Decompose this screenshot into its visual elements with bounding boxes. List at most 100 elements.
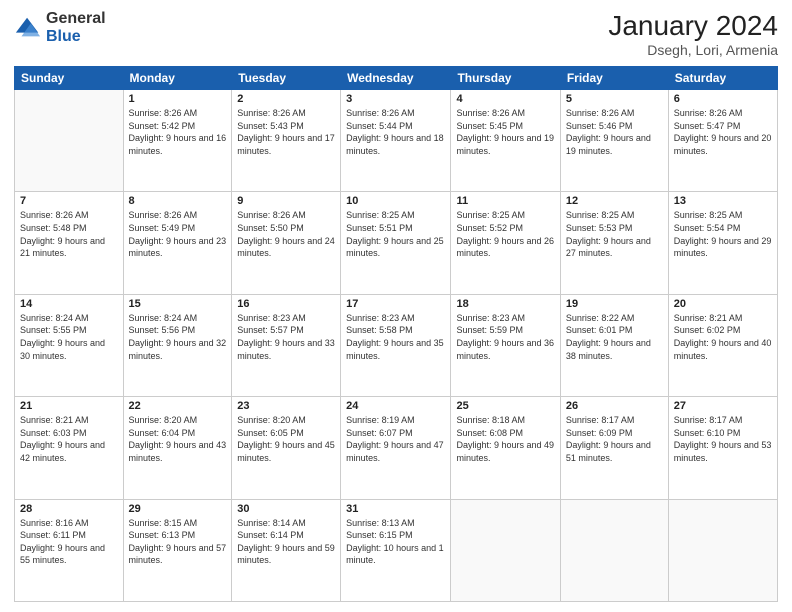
table-row: 30 Sunrise: 8:14 AMSunset: 6:14 PMDayligh… [232,499,341,601]
day-number: 3 [346,93,445,105]
day-info: Sunrise: 8:26 AMSunset: 5:46 PMDaylight:… [566,107,663,157]
logo-icon [14,14,42,42]
day-info: Sunrise: 8:14 AMSunset: 6:14 PMDaylight:… [237,517,335,567]
day-number: 12 [566,195,663,207]
day-info: Sunrise: 8:24 AMSunset: 5:55 PMDaylight:… [20,312,118,362]
table-row: 1Sunrise: 8:26 AMSunset: 5:42 PMDaylight… [123,90,232,192]
table-row: 12Sunrise: 8:25 AMSunset: 5:53 PMDayligh… [560,192,668,294]
day-number: 24 [346,400,445,412]
header-wednesday: Wednesday [341,67,451,90]
logo-text: General Blue [46,10,106,45]
day-number: 25 [456,400,554,412]
day-number: 16 [237,298,335,310]
table-row: 22 Sunrise: 8:20 AMSunset: 6:04 PMDayligh… [123,397,232,499]
table-row [15,90,124,192]
table-row: 24 Sunrise: 8:19 AMSunset: 6:07 PMDayligh… [341,397,451,499]
table-row: 3 Sunrise: 8:26 AMSunset: 5:44 PMDaylight… [341,90,451,192]
day-number: 19 [566,298,663,310]
table-row: 21 Sunrise: 8:21 AMSunset: 6:03 PMDayligh… [15,397,124,499]
table-row [560,499,668,601]
day-info: Sunrise: 8:20 AMSunset: 6:05 PMDaylight:… [237,414,335,464]
day-number: 21 [20,400,118,412]
day-number: 28 [20,503,118,515]
logo-blue-text: Blue [46,28,106,46]
title-block: January 2024 Dsegh, Lori, Armenia [608,10,778,58]
table-row: 18 Sunrise: 8:23 AMSunset: 5:59 PMDayligh… [451,294,560,396]
table-row: 23 Sunrise: 8:20 AMSunset: 6:05 PMDayligh… [232,397,341,499]
day-info: Sunrise: 8:26 AMSunset: 5:44 PMDaylight:… [346,107,445,157]
header-sunday: Sunday [15,67,124,90]
day-number: 2 [237,93,335,105]
table-row: 26Sunrise: 8:17 AMSunset: 6:09 PMDayligh… [560,397,668,499]
table-row: 29 Sunrise: 8:15 AMSunset: 6:13 PMDayligh… [123,499,232,601]
day-number: 10 [346,195,445,207]
day-number: 17 [346,298,445,310]
table-row: 14Sunrise: 8:24 AMSunset: 5:55 PMDayligh… [15,294,124,396]
day-info: Sunrise: 8:26 AMSunset: 5:47 PMDaylight:… [674,107,772,157]
logo: General Blue [14,10,106,45]
header-saturday: Saturday [668,67,777,90]
day-info: Sunrise: 8:26 AMSunset: 5:50 PMDaylight:… [237,209,335,259]
day-number: 31 [346,503,445,515]
day-number: 26 [566,400,663,412]
day-info: Sunrise: 8:26 AMSunset: 5:43 PMDaylight:… [237,107,335,157]
header: General Blue January 2024 Dsegh, Lori, A… [14,10,778,58]
day-info: Sunrise: 8:21 AMSunset: 6:03 PMDaylight:… [20,414,118,464]
day-info: Sunrise: 8:18 AMSunset: 6:08 PMDaylight:… [456,414,554,464]
day-number: 18 [456,298,554,310]
calendar-week-4: 21 Sunrise: 8:21 AMSunset: 6:03 PMDayligh… [15,397,778,499]
calendar-week-2: 7Sunrise: 8:26 AMSunset: 5:48 PMDaylight… [15,192,778,294]
day-info: Sunrise: 8:17 AMSunset: 6:10 PMDaylight:… [674,414,772,464]
day-info: Sunrise: 8:22 AMSunset: 6:01 PMDaylight:… [566,312,663,362]
day-info: Sunrise: 8:21 AMSunset: 6:02 PMDaylight:… [674,312,772,362]
day-number: 22 [129,400,227,412]
day-number: 13 [674,195,772,207]
day-info: Sunrise: 8:23 AMSunset: 5:59 PMDaylight:… [456,312,554,362]
day-info: Sunrise: 8:23 AMSunset: 5:58 PMDaylight:… [346,312,445,362]
table-row: 16 Sunrise: 8:23 AMSunset: 5:57 PMDayligh… [232,294,341,396]
calendar-week-1: 1Sunrise: 8:26 AMSunset: 5:42 PMDaylight… [15,90,778,192]
table-row: 17 Sunrise: 8:23 AMSunset: 5:58 PMDayligh… [341,294,451,396]
day-info: Sunrise: 8:16 AMSunset: 6:11 PMDaylight:… [20,517,118,567]
day-info: Sunrise: 8:24 AMSunset: 5:56 PMDaylight:… [129,312,227,362]
header-friday: Friday [560,67,668,90]
day-info: Sunrise: 8:15 AMSunset: 6:13 PMDaylight:… [129,517,227,567]
table-row: 10 Sunrise: 8:25 AMSunset: 5:51 PMDayligh… [341,192,451,294]
day-info: Sunrise: 8:20 AMSunset: 6:04 PMDaylight:… [129,414,227,464]
day-number: 4 [456,93,554,105]
calendar-table: Sunday Monday Tuesday Wednesday Thursday… [14,66,778,602]
day-number: 23 [237,400,335,412]
day-info: Sunrise: 8:26 AMSunset: 5:45 PMDaylight:… [456,107,554,157]
day-number: 6 [674,93,772,105]
day-number: 11 [456,195,554,207]
table-row: 31 Sunrise: 8:13 AMSunset: 6:15 PMDayligh… [341,499,451,601]
day-info: Sunrise: 8:19 AMSunset: 6:07 PMDaylight:… [346,414,445,464]
day-number: 27 [674,400,772,412]
day-info: Sunrise: 8:25 AMSunset: 5:51 PMDaylight:… [346,209,445,259]
day-number: 29 [129,503,227,515]
table-row: 28 Sunrise: 8:16 AMSunset: 6:11 PMDayligh… [15,499,124,601]
day-number: 30 [237,503,335,515]
day-number: 15 [129,298,227,310]
day-info: Sunrise: 8:26 AMSunset: 5:49 PMDaylight:… [129,209,227,259]
day-number: 7 [20,195,118,207]
header-monday: Monday [123,67,232,90]
logo-general-text: General [46,10,106,28]
calendar-week-5: 28 Sunrise: 8:16 AMSunset: 6:11 PMDayligh… [15,499,778,601]
table-row: 11Sunrise: 8:25 AMSunset: 5:52 PMDayligh… [451,192,560,294]
calendar-subtitle: Dsegh, Lori, Armenia [608,42,778,58]
day-number: 1 [129,93,227,105]
table-row: 4 Sunrise: 8:26 AMSunset: 5:45 PMDaylight… [451,90,560,192]
table-row: 13 Sunrise: 8:25 AMSunset: 5:54 PMDayligh… [668,192,777,294]
table-row: 9 Sunrise: 8:26 AMSunset: 5:50 PMDaylight… [232,192,341,294]
day-info: Sunrise: 8:13 AMSunset: 6:15 PMDaylight:… [346,517,445,567]
day-number: 9 [237,195,335,207]
day-info: Sunrise: 8:23 AMSunset: 5:57 PMDaylight:… [237,312,335,362]
table-row: 5 Sunrise: 8:26 AMSunset: 5:46 PMDaylight… [560,90,668,192]
day-number: 5 [566,93,663,105]
table-row: 15 Sunrise: 8:24 AMSunset: 5:56 PMDayligh… [123,294,232,396]
day-info: Sunrise: 8:25 AMSunset: 5:54 PMDaylight:… [674,209,772,259]
table-row: 8Sunrise: 8:26 AMSunset: 5:49 PMDaylight… [123,192,232,294]
day-number: 20 [674,298,772,310]
calendar-title: January 2024 [608,10,778,42]
